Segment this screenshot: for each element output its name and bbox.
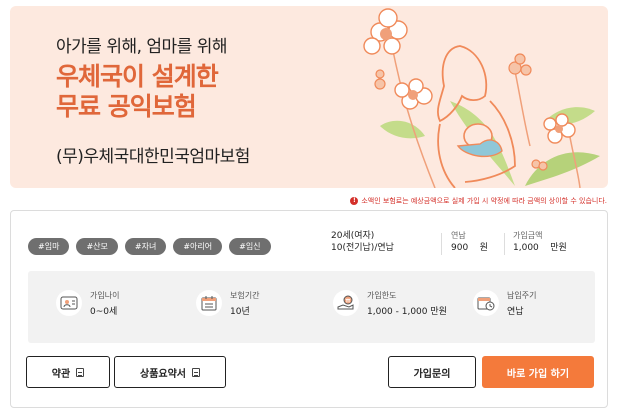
premium-unit: 원 xyxy=(479,243,488,253)
premium-label: 연납 xyxy=(451,231,466,240)
detail-value: 0~0세 xyxy=(90,307,118,317)
promo-banner: 아가를 위해, 엄마를 위해 우체국이 설계한 무료 공익보험 (무)우체국대한… xyxy=(10,6,608,188)
person-card-icon xyxy=(56,290,82,316)
detail-label: 가입한도 xyxy=(367,291,397,300)
join-now-label: 바로 가입 하기 xyxy=(506,368,570,380)
product-summary-button[interactable]: 상품요약서 xyxy=(114,356,226,388)
insured-info: 20세(여자) 10(전기납)/연납 xyxy=(331,230,394,254)
detail-coverage-period: 보험기간 10년 xyxy=(196,290,259,319)
premium-info: 연납 900 원 xyxy=(451,230,488,254)
product-summary-label: 상품요약서 xyxy=(140,368,186,380)
mother-baby-illustration xyxy=(363,8,600,188)
banner-subtitle: 아가를 위해, 엄마를 위해 xyxy=(56,37,228,57)
banner-title-line-1: 우체국이 설계한 xyxy=(56,62,219,91)
payment-term: 10(전기납)/연납 xyxy=(331,243,394,253)
amount-label: 가입금액 xyxy=(513,231,543,240)
notice-text: 소액인 보험료는 예상금액으로 실제 가입 시 약정에 따라 금액의 상이할 수… xyxy=(361,197,607,205)
amount-unit: 만원 xyxy=(550,243,567,253)
detail-join-age: 가입나이 0~0세 xyxy=(56,290,119,319)
banner-title-line-2: 무료 공익보험 xyxy=(56,92,197,121)
detail-value: 10년 xyxy=(230,307,250,317)
detail-value: 연납 xyxy=(507,307,524,317)
join-now-button[interactable]: 바로 가입 하기 xyxy=(482,356,594,388)
divider xyxy=(441,233,442,255)
inquiry-button[interactable]: 가입문의 xyxy=(388,356,476,388)
tag-item[interactable]: #임신 xyxy=(229,238,271,255)
detail-label: 납입주기 xyxy=(507,291,537,300)
detail-label: 보험기간 xyxy=(230,291,260,300)
inquiry-label: 가입문의 xyxy=(413,368,451,380)
detail-join-limit: ₩ 가입한도 1,000 - 1,000 만원 xyxy=(333,290,447,319)
document-icon xyxy=(192,367,200,377)
amount-info: 가입금액 1,000 만원 xyxy=(513,230,567,254)
terms-button[interactable]: 약관 xyxy=(26,356,110,388)
detail-value: 1,000 - 1,000 만원 xyxy=(367,307,447,317)
document-icon xyxy=(76,367,85,377)
product-name: (무)우체국대한민국엄마보험 xyxy=(56,147,250,167)
tag-item[interactable]: #산모 xyxy=(76,238,118,255)
exclamation-icon: ! xyxy=(350,197,359,205)
age-gender: 20세(여자) xyxy=(331,231,375,241)
svg-text:₩: ₩ xyxy=(346,299,351,305)
detail-payment-cycle: 납입주기 연납 xyxy=(473,290,536,319)
tag-item[interactable]: #자녀 xyxy=(124,238,167,255)
detail-grid: 가입나이 0~0세 보험기간 10년 ₩ 가입한도 1,000 - 1,000 … xyxy=(28,271,595,343)
calendar-icon xyxy=(196,290,222,316)
premium-value: 900 xyxy=(451,243,469,253)
tag-list: #임마 #산모 #자녀 #아리어 #임신 xyxy=(28,238,271,255)
premium-notice: ! 소액인 보험료는 예상금액으로 실제 가입 시 약정에 따라 금액의 상이할… xyxy=(350,196,607,206)
tag-item[interactable]: #아리어 xyxy=(173,238,223,255)
product-card: #임마 #산모 #자녀 #아리어 #임신 20세(여자) 10(전기납)/연납 … xyxy=(10,210,608,408)
tag-item[interactable]: #임마 xyxy=(28,238,70,255)
amount-value: 1,000 xyxy=(513,243,539,253)
divider xyxy=(504,233,505,255)
terms-button-label: 약관 xyxy=(51,368,71,380)
detail-label: 가입나이 xyxy=(90,291,120,300)
won-hand-icon: ₩ xyxy=(333,290,359,316)
banner-title: 우체국이 설계한 무료 공익보험 xyxy=(56,62,219,122)
calendar-clock-icon xyxy=(473,290,499,316)
